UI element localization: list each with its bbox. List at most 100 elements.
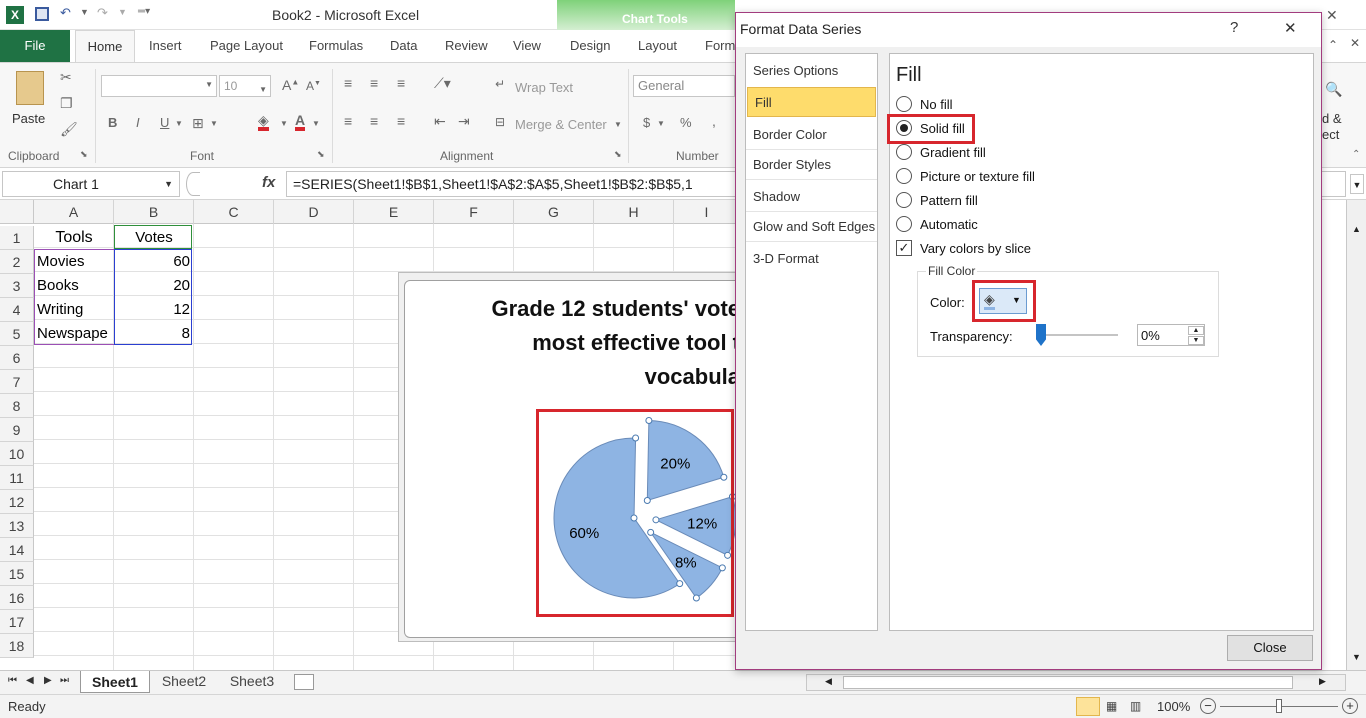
page-break-view-icon[interactable]: ▥ — [1130, 699, 1141, 713]
vary-colors-label[interactable]: Vary colors by slice — [920, 241, 1031, 256]
picture-fill-radio[interactable] — [896, 168, 912, 184]
help-icon[interactable]: ⌃ — [1328, 38, 1338, 52]
column-header-f[interactable]: F — [434, 200, 514, 224]
spin-up-icon[interactable]: ▲ — [1188, 326, 1204, 335]
vertical-scrollbar[interactable]: ▲ ▼ — [1346, 200, 1366, 670]
dialog-close-icon[interactable]: ✕ — [1284, 19, 1297, 37]
automatic-fill-label[interactable]: Automatic — [920, 217, 978, 232]
row-header[interactable]: 9 — [0, 418, 34, 442]
italic-icon[interactable]: I — [136, 115, 140, 130]
column-header-a[interactable]: A — [34, 200, 114, 224]
alignment-launcher-icon[interactable]: ⬊ — [614, 149, 622, 160]
tab-format[interactable]: Form — [705, 38, 735, 53]
dialog-close-button[interactable]: Close — [1227, 635, 1313, 661]
transparency-input[interactable]: 0% ▲ ▼ — [1137, 324, 1205, 346]
excel-logo-icon[interactable]: X — [6, 6, 24, 24]
sheet-tab-sheet2[interactable]: Sheet2 — [152, 673, 216, 689]
borders-dropdown-icon[interactable]: ▼ — [210, 119, 218, 128]
font-color-dropdown-icon[interactable]: ▼ — [312, 119, 320, 128]
font-color-icon[interactable]: A — [295, 113, 306, 131]
no-fill-radio[interactable] — [896, 96, 912, 112]
select-all-corner[interactable] — [0, 200, 34, 224]
nav-3d-format[interactable]: 3-D Format — [746, 244, 877, 274]
scroll-down-icon[interactable]: ▼ — [1352, 652, 1361, 662]
fill-color-dropdown-icon[interactable]: ▼ — [280, 119, 288, 128]
nav-shadow[interactable]: Shadow — [746, 182, 877, 212]
page-layout-view-icon[interactable]: ▦ — [1106, 699, 1117, 713]
merge-center-button[interactable]: Merge & Center — [515, 117, 607, 132]
row-header[interactable]: 17 — [0, 610, 34, 634]
currency-icon[interactable]: $ — [643, 115, 650, 130]
nav-glow-soft-edges[interactable]: Glow and Soft Edges — [746, 212, 877, 242]
zoom-level[interactable]: 100% — [1157, 699, 1190, 714]
row-header[interactable]: 6 — [0, 346, 34, 370]
font-name-combo[interactable]: ▼ — [101, 75, 217, 97]
tab-review[interactable]: Review — [445, 38, 488, 53]
merge-dropdown-icon[interactable]: ▼ — [614, 120, 622, 129]
collapse-ribbon-icon[interactable]: ⌃ — [1352, 149, 1360, 160]
underline-dropdown-icon[interactable]: ▼ — [175, 119, 183, 128]
transparency-slider-track[interactable] — [1038, 334, 1118, 336]
number-format-combo[interactable]: General — [633, 75, 735, 97]
row-header[interactable]: 15 — [0, 562, 34, 586]
redo-dropdown-icon[interactable]: ▼ — [118, 7, 127, 17]
paste-icon[interactable] — [16, 71, 44, 105]
bold-icon[interactable]: B — [108, 115, 117, 130]
row-header[interactable]: 14 — [0, 538, 34, 562]
wrap-text-button[interactable]: Wrap Text — [515, 80, 573, 95]
no-fill-label[interactable]: No fill — [920, 97, 953, 112]
pattern-fill-label[interactable]: Pattern fill — [920, 193, 978, 208]
gradient-fill-label[interactable]: Gradient fill — [920, 145, 986, 160]
row-header[interactable]: 2 — [0, 250, 34, 274]
tab-file[interactable]: File — [0, 30, 70, 62]
next-sheet-icon[interactable]: ▶ — [44, 675, 52, 686]
cell-a1[interactable]: Tools — [34, 226, 114, 250]
tab-formulas[interactable]: Formulas — [309, 38, 363, 53]
nav-series-options[interactable]: Series Options — [746, 56, 877, 86]
column-header-g[interactable]: G — [514, 200, 594, 224]
tab-design[interactable]: Design — [570, 38, 610, 53]
row-header[interactable]: 5 — [0, 322, 34, 346]
wrap-text-icon[interactable]: ↵ — [495, 77, 505, 91]
align-center-icon[interactable]: ≡ — [370, 113, 378, 129]
normal-view-icon[interactable] — [1076, 697, 1100, 716]
row-header[interactable]: 7 — [0, 370, 34, 394]
automatic-fill-radio[interactable] — [896, 216, 912, 232]
percent-icon[interactable]: % — [680, 115, 692, 130]
currency-dropdown-icon[interactable]: ▼ — [657, 119, 665, 128]
row-header[interactable]: 12 — [0, 490, 34, 514]
undo-dropdown-icon[interactable]: ▼ — [80, 7, 89, 17]
tab-data[interactable]: Data — [390, 38, 417, 53]
row-header[interactable]: 11 — [0, 466, 34, 490]
first-sheet-icon[interactable]: ⏮ — [8, 675, 17, 686]
font-size-combo[interactable]: 10 ▼ — [219, 75, 271, 97]
nav-border-color[interactable]: Border Color — [746, 120, 877, 150]
last-sheet-icon[interactable]: ⏭ — [60, 675, 69, 686]
column-header-i[interactable]: I — [674, 200, 740, 224]
row-header[interactable]: 8 — [0, 394, 34, 418]
insert-function-icon[interactable]: fx — [262, 174, 275, 191]
save-icon[interactable] — [35, 7, 49, 21]
sheet-tab-sheet3[interactable]: Sheet3 — [220, 673, 284, 689]
undo-icon[interactable]: ↶ — [60, 5, 71, 21]
format-painter-icon[interactable]: 🖌 — [60, 121, 78, 138]
borders-icon[interactable]: ⊞ — [192, 115, 204, 132]
zoom-out-icon[interactable]: − — [1200, 698, 1216, 714]
picture-fill-label[interactable]: Picture or texture fill — [920, 169, 1035, 184]
pattern-fill-radio[interactable] — [896, 192, 912, 208]
align-bottom-icon[interactable]: ≡ — [397, 75, 405, 91]
redo-icon[interactable]: ↷ — [97, 5, 108, 21]
row-header[interactable]: 1 — [0, 226, 34, 250]
comma-icon[interactable]: , — [712, 113, 716, 129]
fill-color-icon[interactable]: ◈ — [258, 113, 269, 131]
window-close-icon[interactable]: ✕ — [1326, 7, 1338, 24]
row-header[interactable]: 13 — [0, 514, 34, 538]
prev-sheet-icon[interactable]: ◀ — [26, 675, 34, 686]
increase-indent-icon[interactable]: ⇥ — [458, 113, 470, 130]
font-launcher-icon[interactable]: ⬊ — [317, 149, 325, 160]
dialog-help-button[interactable]: ? — [1230, 19, 1238, 36]
row-header[interactable]: 3 — [0, 274, 34, 298]
column-header-e[interactable]: E — [354, 200, 434, 224]
orientation-icon[interactable]: ⟋▾ — [434, 75, 451, 92]
customize-toolbar-icon[interactable]: ═▾ — [138, 6, 150, 17]
